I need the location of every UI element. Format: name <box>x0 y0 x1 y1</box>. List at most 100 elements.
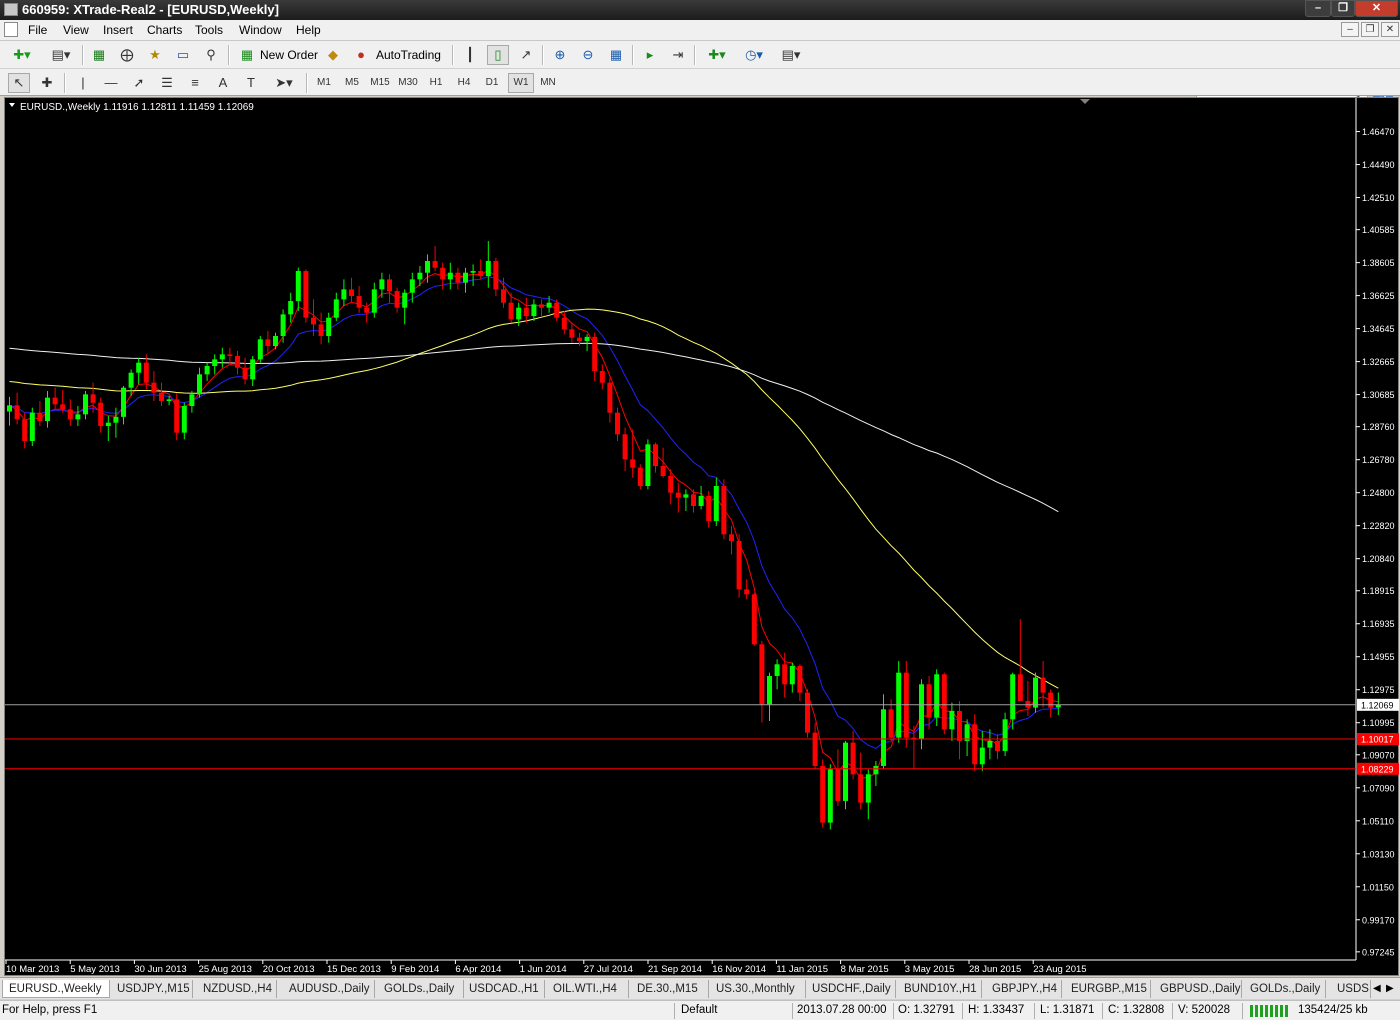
terminal-icon[interactable]: ▭ <box>172 45 194 65</box>
timeframe-h4[interactable]: H4 <box>452 73 476 93</box>
chart-minimize-button[interactable]: – <box>1341 22 1359 37</box>
arrows-icon[interactable]: ➤▾ <box>268 73 300 93</box>
candle-body <box>660 466 666 477</box>
chart-close-button[interactable]: ✕ <box>1381 22 1399 37</box>
navigator-icon[interactable]: ★ <box>144 45 166 65</box>
chart-tab[interactable]: NZDUSD.,H4 <box>197 980 277 998</box>
line-chart-icon[interactable]: ↗ <box>515 45 537 65</box>
candle-body <box>653 444 658 467</box>
horizontal-line-icon[interactable]: — <box>100 73 122 93</box>
menu-insert[interactable]: Insert <box>103 23 133 37</box>
text-label-icon[interactable]: T <box>240 73 262 93</box>
chart-shift-icon[interactable]: ⇥ <box>667 45 689 65</box>
tile-windows-icon[interactable]: ▦ <box>605 45 627 65</box>
candle-body <box>295 271 301 302</box>
new-chart-icon[interactable]: ✚▾ <box>6 45 38 65</box>
candle-body <box>447 272 453 280</box>
close-button[interactable]: ✕ <box>1355 0 1398 17</box>
candle-body <box>105 422 111 427</box>
price-tick-label: 1.20840 <box>1362 554 1395 564</box>
timeframe-d1[interactable]: D1 <box>480 73 504 93</box>
chart-tab[interactable]: GOLDs.,Daily <box>1244 980 1326 998</box>
market-watch-icon[interactable]: ▦ <box>88 45 110 65</box>
price-chart[interactable]: EURUSD.,Weekly 1.11916 1.12811 1.11459 1… <box>4 97 1399 976</box>
cursor-icon[interactable]: ↖ <box>8 73 30 93</box>
chart-tab[interactable]: GBPUSD.,Daily <box>1154 980 1242 998</box>
templates-icon[interactable]: ▤▾ <box>775 45 807 65</box>
candle-body <box>926 684 932 718</box>
bar-chart-icon[interactable]: ┃ <box>459 45 481 65</box>
new-order-icon[interactable]: ▦ <box>236 45 258 65</box>
candle-body <box>995 740 1000 751</box>
autotrading-icon[interactable]: ● <box>350 45 372 65</box>
candle-body <box>409 279 415 293</box>
chart-tab[interactable]: EURGBP.,M15 <box>1065 980 1151 998</box>
menu-tools[interactable]: Tools <box>195 23 223 37</box>
menu-file[interactable]: File <box>28 23 47 37</box>
chart-tab[interactable]: GOLDs.,Daily <box>378 980 464 998</box>
zoom-out-icon[interactable]: ⊖ <box>577 45 599 65</box>
trendline-icon[interactable]: ➚ <box>128 73 150 93</box>
candle-body <box>379 279 385 290</box>
timeframe-w1[interactable]: W1 <box>508 73 534 93</box>
timeframe-m5[interactable]: M5 <box>340 73 364 93</box>
chart-shift-marker[interactable] <box>1080 99 1090 104</box>
chart-header-arrow-icon[interactable] <box>9 103 15 107</box>
candle-body <box>630 459 636 468</box>
equidistant-channel-icon[interactable]: ☰ <box>156 73 178 93</box>
tabs-scroll-left-icon[interactable]: ◀ <box>1373 983 1381 994</box>
chart-restore-button[interactable]: ❐ <box>1361 22 1379 37</box>
chart-tab[interactable]: USDCAD.,H1 <box>463 980 545 998</box>
candle-body <box>713 485 719 521</box>
menu-help[interactable]: Help <box>296 23 321 37</box>
zoom-in-icon[interactable]: ⊕ <box>549 45 571 65</box>
new-order-button[interactable]: New Order <box>260 46 318 64</box>
candle-body <box>197 374 202 395</box>
chart-tab[interactable]: USDS <box>1331 980 1371 998</box>
timeframe-mn[interactable]: MN <box>536 73 560 93</box>
candle-body <box>865 774 871 803</box>
menu-view[interactable]: View <box>63 23 89 37</box>
time-tick-label: 23 Aug 2015 <box>1033 964 1086 975</box>
candle-body <box>675 492 681 498</box>
timeframe-m30[interactable]: M30 <box>396 73 420 93</box>
standard-toolbar: ✚▾ ▤▾ ▦ ⨁ ★ ▭ ⚲ ▦ New Order ◆ ● AutoTrad… <box>0 41 1400 106</box>
restore-button[interactable]: ❐ <box>1331 0 1355 17</box>
chart-tab[interactable]: US.30.,Monthly <box>710 980 806 998</box>
chart-tab[interactable]: GBPJPY.,H4 <box>986 980 1062 998</box>
crosshair-icon[interactable]: ✚ <box>36 73 58 93</box>
chart-tab[interactable]: DE.30.,M15 <box>631 980 709 998</box>
vertical-line-icon[interactable]: | <box>72 73 94 93</box>
chart-tab[interactable]: OIL.WTI.,H4 <box>547 980 629 998</box>
candle-body <box>455 272 461 283</box>
chart-tab[interactable]: USDCHF.,Daily <box>806 980 896 998</box>
chart-tab[interactable]: EURUSD.,Weekly <box>2 980 110 998</box>
text-icon[interactable]: A <box>212 73 234 93</box>
strategy-tester-icon[interactable]: ⚲ <box>200 45 222 65</box>
toolbar-separator <box>542 45 544 65</box>
timeframe-m15[interactable]: M15 <box>368 73 392 93</box>
profiles-icon[interactable]: ▤▾ <box>46 45 76 65</box>
timeframe-h1[interactable]: H1 <box>424 73 448 93</box>
menu-window[interactable]: Window <box>239 23 282 37</box>
time-tick-label: 3 May 2015 <box>905 964 955 975</box>
chart-tab[interactable]: BUND10Y.,H1 <box>898 980 982 998</box>
minimize-button[interactable]: – <box>1305 0 1331 17</box>
tabs-scroll-right-icon[interactable]: ▶ <box>1386 983 1394 994</box>
candlestick-chart-icon[interactable]: ▯ <box>487 45 509 65</box>
candle-body <box>941 674 947 730</box>
timeframe-m1[interactable]: M1 <box>312 73 336 93</box>
periods-icon[interactable]: ◷▾ <box>738 45 770 65</box>
chart-tab[interactable]: USDJPY.,M15 <box>111 980 193 998</box>
chart-canvas[interactable]: EURUSD.,Weekly 1.11916 1.12811 1.11459 1… <box>5 98 1400 977</box>
data-window-icon[interactable]: ⨁ <box>116 45 138 65</box>
autotrading-button[interactable]: AutoTrading <box>376 46 441 64</box>
autoscroll-icon[interactable]: ▸ <box>639 45 661 65</box>
chart-tab[interactable]: AUDUSD.,Daily <box>283 980 375 998</box>
doc-icon[interactable] <box>4 22 18 37</box>
expert-advisors-icon[interactable]: ◆ <box>322 45 344 65</box>
fibonacci-icon[interactable]: ≡ <box>184 73 206 93</box>
menu-charts[interactable]: Charts <box>147 23 182 37</box>
candle-body <box>67 409 73 420</box>
indicators-icon[interactable]: ✚▾ <box>701 45 733 65</box>
